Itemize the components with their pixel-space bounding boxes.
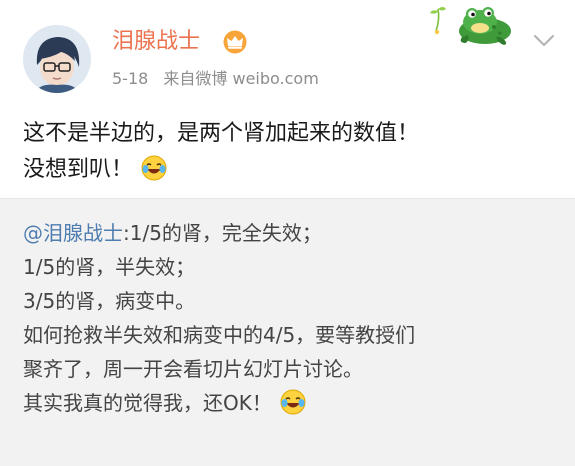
post-meta: 5-18 来自微博 weibo.com bbox=[112, 68, 329, 90]
retweet-line: @泪腺战士:1/5的肾，完全失效； bbox=[23, 216, 563, 250]
crown-icon[interactable] bbox=[222, 30, 248, 54]
post-time[interactable]: 5-18 bbox=[112, 69, 148, 88]
status-line: 这不是半边的，是两个肾加起来的数值！ bbox=[23, 121, 420, 146]
avatar-illustration bbox=[23, 25, 91, 93]
retweet-last-line: 其实我真的觉得我，还OK！ bbox=[23, 391, 272, 415]
status-line: 没想到叭！ bbox=[23, 152, 563, 188]
post-source[interactable]: 来自微博 weibo.com bbox=[163, 69, 318, 88]
retweet-line: 3/5的肾，病变中。 bbox=[23, 289, 196, 313]
retweet-line: 聚齐了，周一开会看切片幻灯片讨论。 bbox=[23, 357, 363, 381]
frog-sticker-icon bbox=[428, 3, 520, 47]
retweet-text: @泪腺战士:1/5的肾，完全失效； 1/5的肾，半失效； 3/5的肾，病变中。 … bbox=[23, 216, 563, 420]
chevron-down-icon[interactable] bbox=[533, 33, 555, 47]
status-text: 这不是半边的，是两个肾加起来的数值！ 没想到叭！ bbox=[23, 116, 563, 188]
status-line-text: 没想到叭！ bbox=[23, 157, 134, 182]
mention-link[interactable]: @泪腺战士 bbox=[23, 221, 123, 245]
author-name[interactable]: 泪腺战士 bbox=[112, 27, 200, 57]
retweet-block[interactable]: @泪腺战士:1/5的肾，完全失效； 1/5的肾，半失效； 3/5的肾，病变中。 … bbox=[0, 198, 575, 466]
laugh-cry-emoji bbox=[141, 155, 167, 181]
retweet-first-line: :1/5的肾，完全失效； bbox=[123, 221, 322, 245]
weibo-post: 泪腺战士 5-18 来自微博 weibo.com 这不是半边的，是两个肾加起来的… bbox=[0, 0, 575, 466]
laugh-cry-emoji bbox=[280, 389, 306, 415]
retweet-line: 如何抢救半失效和病变中的4/5，要等教授们 bbox=[23, 323, 416, 347]
retweet-line: 其实我真的觉得我，还OK！ bbox=[23, 386, 563, 420]
avatar[interactable] bbox=[23, 25, 91, 93]
retweet-line: 1/5的肾，半失效； bbox=[23, 255, 196, 279]
